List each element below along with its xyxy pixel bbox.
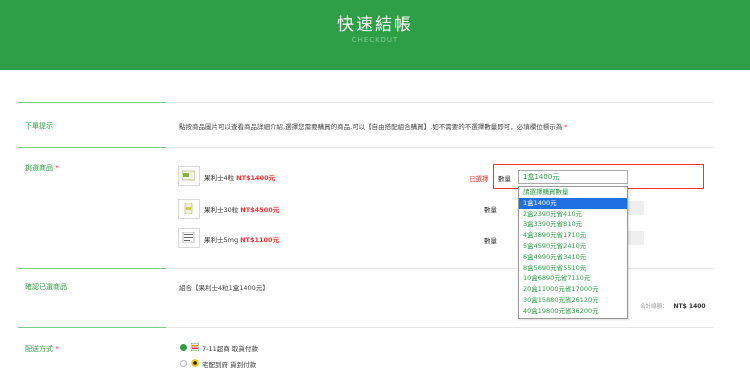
quantity-dropdown[interactable]: 請選擇購買數量 1盒1400元 2盒2390元省410元 3盒3390元省810元 4盒… xyxy=(518,186,628,319)
seven-eleven-icon xyxy=(191,343,199,351)
section-divider-accent xyxy=(18,268,166,269)
dropdown-option[interactable]: 8盒5690元省5510元 xyxy=(519,263,627,274)
section-divider xyxy=(166,327,713,328)
checkout-header: 快速結帳 CHECKOUT xyxy=(0,0,750,70)
quantity-select[interactable]: 1盒1400元 xyxy=(518,170,628,184)
dropdown-option[interactable]: 5盒4590元省2410元 xyxy=(519,241,627,252)
product-name: 果利士4粒 NT$1400元 xyxy=(204,174,276,182)
notice-text: 點按商品圖片可以查看商品詳細介紹,選擇您需要購買的商品,可以【自由搭配組合購買】… xyxy=(179,123,568,131)
dropdown-option[interactable]: 2盒2390元省410元 xyxy=(519,209,627,220)
product-image[interactable] xyxy=(178,166,200,186)
product-name: 果利士5mg NT$1100元 xyxy=(204,236,280,244)
dropdown-option[interactable]: 20盒11000元省17000元 xyxy=(519,284,627,295)
confirm-label: 確認已選商品 xyxy=(25,283,67,291)
product-image[interactable] xyxy=(178,199,200,219)
dropdown-option[interactable]: 請選擇購買數量 xyxy=(519,187,627,198)
page-subtitle: CHECKOUT xyxy=(351,36,399,44)
section-divider xyxy=(166,268,713,269)
qty-label: 數量 xyxy=(484,237,497,245)
page-title: 快速結帳 xyxy=(337,15,413,35)
delivery-icon xyxy=(191,359,199,367)
dropdown-option[interactable]: 10盒6890元省7110元 xyxy=(519,273,627,284)
product-pack-icon xyxy=(182,170,195,181)
section-divider-accent xyxy=(18,102,166,103)
dropdown-option[interactable]: 6盒4990元省3410元 xyxy=(519,252,627,263)
product-image[interactable] xyxy=(178,228,200,248)
qty-label: 數量 xyxy=(498,175,511,183)
product-box-icon xyxy=(182,232,195,243)
dropdown-option[interactable]: 4盒3890元省1710元 xyxy=(519,230,627,241)
shipping-label: 配送方式 * xyxy=(25,345,59,353)
products-label: 挑選商品 * xyxy=(25,164,59,172)
qty-label: 數量 xyxy=(484,206,497,214)
dropdown-option[interactable]: 30盒15880元省26120元 xyxy=(519,295,627,306)
selected-summary: 組合【果利士4粒1盒1400元】 xyxy=(179,284,269,292)
radio-unselected-icon[interactable] xyxy=(180,360,187,367)
section-divider xyxy=(166,102,713,103)
notice-label: 下單提示 xyxy=(25,122,53,130)
product-bottle-icon xyxy=(184,203,193,214)
quantity-select[interactable] xyxy=(628,201,644,215)
order-total: 合計總額： NT$ 1400 xyxy=(640,303,706,310)
dropdown-option[interactable]: 3盒3390元省810元 xyxy=(519,219,627,230)
quantity-select[interactable] xyxy=(628,231,644,245)
section-divider-accent xyxy=(18,327,166,328)
radio-selected-icon[interactable] xyxy=(180,344,187,351)
section-divider-accent xyxy=(18,147,166,148)
section-divider xyxy=(166,147,713,148)
dropdown-option[interactable]: 1盒1400元 xyxy=(519,197,627,209)
dropdown-option[interactable]: 40盒19800元省36200元 xyxy=(519,306,627,317)
product-name: 果利士30粒 NT$4500元 xyxy=(204,206,280,214)
